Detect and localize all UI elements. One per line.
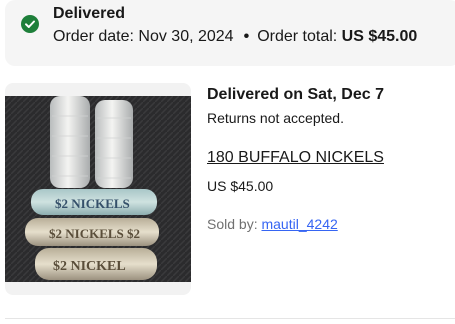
order-total-value: US $45.00 — [341, 28, 418, 45]
sold-by: Sold by: mautil_4242 — [207, 216, 338, 232]
item-price: US $45.00 — [207, 178, 274, 194]
svg-text:$2 NICKEL: $2 NICKEL — [53, 259, 126, 274]
order-date-value: Nov 30, 2024 — [138, 28, 234, 45]
divider — [5, 318, 455, 319]
delivery-date: Delivered on Sat, Dec 7 — [207, 86, 384, 103]
status-title: Delivered — [53, 5, 126, 22]
nickel-rolls-photo: $2 NICKELS $2 NICKELS $2 $2 NICKEL — [5, 96, 191, 282]
order-status-banner: Delivered Order date: Nov 30, 2024 • Order… — [5, 0, 455, 66]
order-item-card: $2 NICKELS $2 NICKELS $2 $2 NICKEL Deliv… — [5, 83, 455, 303]
order-summary-line: Order date: Nov 30, 2024 • Order total: US… — [53, 28, 417, 46]
order-total-label: Order total: — [257, 28, 338, 45]
order-date-label: Order date: — [53, 28, 134, 45]
returns-policy: Returns not accepted. — [207, 110, 344, 126]
seller-link[interactable]: mautil_4242 — [261, 216, 337, 232]
svg-text:$2 NICKELS $2: $2 NICKELS $2 — [49, 226, 140, 241]
coin-tube-1 — [50, 96, 90, 188]
sold-by-label: Sold by: — [207, 216, 258, 232]
separator-dot: • — [243, 28, 250, 45]
coin-tube-2 — [95, 100, 133, 188]
item-thumbnail[interactable]: $2 NICKELS $2 NICKELS $2 $2 NICKEL — [5, 83, 191, 295]
svg-text:$2 NICKELS: $2 NICKELS — [55, 196, 130, 211]
item-title-link[interactable]: 180 BUFFALO NICKELS — [207, 149, 384, 167]
check-circle-icon — [21, 15, 39, 33]
